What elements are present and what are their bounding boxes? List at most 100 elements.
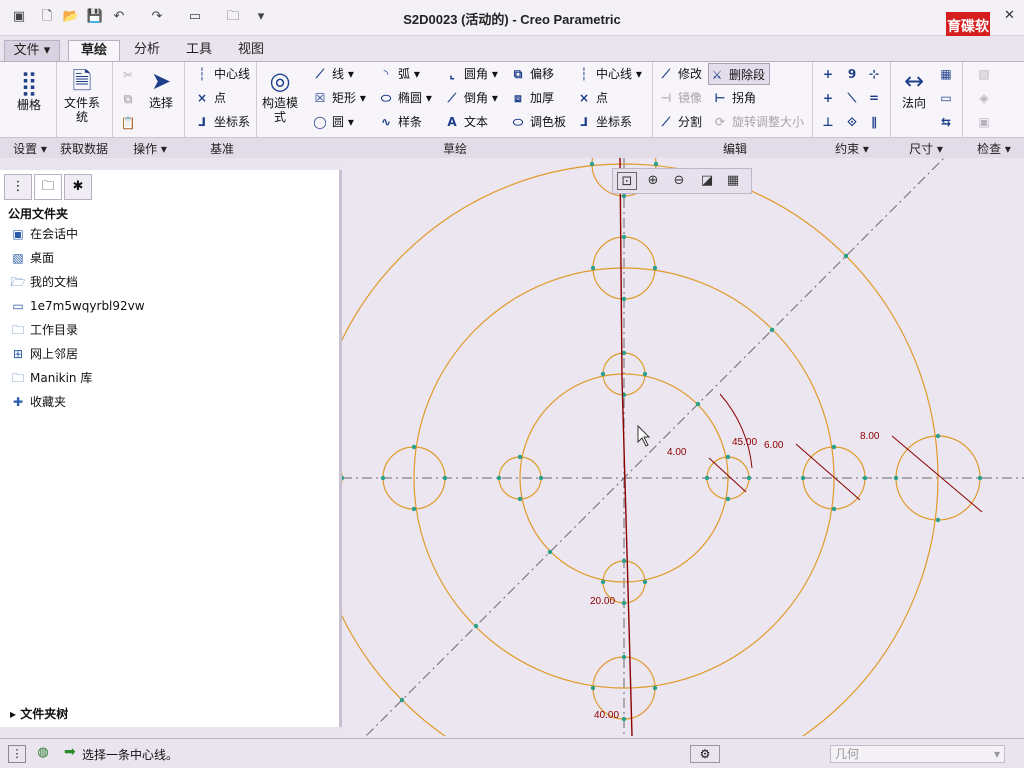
zoom-in-icon[interactable]: ⊕ [643, 172, 663, 190]
file-menu[interactable]: 文件 ▾ [4, 40, 60, 62]
sketch-coord-button[interactable]: ⅃ 坐标系 [576, 111, 632, 133]
datum-centerline-button[interactable]: ┆ 中心线 [194, 63, 250, 85]
datum-point-button[interactable]: × 点 [194, 87, 226, 109]
file-system-icon: 🗎 [72, 67, 92, 95]
spline-button[interactable]: ∿ 样条 [378, 111, 422, 133]
library-icon: 🗀 [11, 371, 24, 385]
cut-icon: ✂ [122, 68, 134, 82]
vertex-point [704, 475, 710, 481]
midpoint-constraint-icon[interactable]: ⊹ [866, 63, 886, 85]
folder-item[interactable]: ✚ 收藏夹 [10, 392, 66, 412]
centerline-icon: ┆ [198, 67, 206, 81]
normal-dimension-button[interactable]: ↔ 法向 [896, 66, 932, 110]
zoom-out-icon[interactable]: ⊖ [669, 172, 689, 190]
mirror-button: ⊣ 镜像 [658, 87, 703, 109]
vertex-point [935, 433, 941, 439]
ellipse-button[interactable]: ⬭ 椭圆 ▾ [378, 87, 432, 109]
select-button[interactable]: ➤ 选择 [142, 66, 180, 110]
folder-tree-toggle[interactable]: ▸ 文件夹树 [10, 705, 68, 722]
vertex-point [621, 558, 627, 564]
offset-button[interactable]: ⧉ 偏移 [510, 63, 554, 85]
grid-button[interactable]: ⣿ 栅格 [8, 68, 50, 112]
group-inspect[interactable]: 检查 ▾ [966, 140, 1022, 157]
folder-item[interactable]: ⊞ 网上邻居 [10, 344, 78, 364]
circle-button[interactable]: ◯ 圆 ▾ [312, 111, 354, 133]
vertex-point [380, 475, 386, 481]
message-arrow-icon: ➡ [64, 744, 76, 760]
thicken-button[interactable]: ⧈ 加厚 [510, 87, 554, 109]
inspect-feature-icon: ▣ [978, 115, 990, 129]
close-icon[interactable]: ✕ [1004, 8, 1015, 23]
tree-toggle-icon[interactable]: ⋮ [8, 745, 26, 763]
folder-item-label: 桌面 [30, 251, 55, 265]
dimension-label: 40.00 [594, 710, 619, 721]
horizontal-constraint-icon[interactable]: + [820, 87, 840, 109]
session-icon: ▣ [12, 227, 24, 241]
corner-icon: ⊢ [714, 91, 726, 105]
tab-analysis[interactable]: 分析 [124, 40, 170, 62]
fillet-button[interactable]: ⌞ 圆角 ▾ [444, 63, 498, 85]
folder-item[interactable]: 🗀 Manikin 库 [10, 368, 92, 388]
sketch-canvas[interactable]: 4.00 45.00 6.00 8.00 20.00 40.00 [342, 158, 1024, 736]
folder-browser-tab-icon[interactable]: 🗀 [34, 174, 62, 200]
centerline-icon: ┆ [580, 67, 588, 81]
parallel-constraint-icon[interactable]: ∥ [866, 111, 886, 133]
baseline-dim-icon[interactable]: ⇆ [938, 111, 958, 133]
favorites-tab-icon[interactable]: ✱ [64, 174, 92, 200]
construct-mode-button[interactable]: ◎ 构造模式 [262, 66, 298, 124]
rectangle-button[interactable]: ☒ 矩形 ▾ [312, 87, 366, 109]
group-operations[interactable]: 操作 ▾ [122, 140, 178, 157]
folder-item[interactable]: ▧ 桌面 [10, 248, 54, 268]
arc-button[interactable]: ◝ 弧 ▾ [378, 63, 420, 85]
datum-coord-button[interactable]: ⅃ 坐标系 [194, 111, 250, 133]
selection-filter[interactable]: 几何 ▾ [830, 745, 1005, 763]
corner-button[interactable]: ⊢ 拐角 [712, 87, 757, 109]
vertical-constraint-icon[interactable]: + [820, 63, 840, 85]
modify-button[interactable]: ⟋ 修改 [658, 63, 702, 85]
reference-dim-icon[interactable]: ▭ [938, 87, 958, 109]
perimeter-dim-icon[interactable]: ▦ [938, 63, 958, 85]
group-dimension[interactable]: 尺寸 ▾ [898, 140, 954, 157]
folder-item[interactable]: ▣ 在会话中 [10, 224, 78, 244]
symmetric-constraint-icon[interactable]: ⟐ [844, 111, 864, 133]
folder-item[interactable]: 🗀 工作目录 [10, 320, 78, 340]
folder-item[interactable]: ▭ 1e7m5wqyrbl92vw [10, 296, 144, 316]
text-icon: A [447, 115, 457, 129]
equal-constraint-icon[interactable]: = [866, 87, 886, 109]
inspect-shape-icon: ◈ [979, 91, 989, 105]
tab-view[interactable]: 视图 [228, 40, 274, 62]
file-system-button[interactable]: 🗎 文件系统 [62, 66, 102, 124]
tab-tools[interactable]: 工具 [176, 40, 222, 62]
group-constrain[interactable]: 约束 ▾ [820, 140, 884, 157]
browser-toggle-icon[interactable]: ◍ [34, 745, 52, 763]
regen-icon[interactable]: ⚙ [690, 745, 720, 763]
line-button[interactable]: ⟋ 线 ▾ [312, 63, 354, 85]
model-tree-tab-icon[interactable]: ⋮ [4, 174, 32, 200]
text-button[interactable]: A 文本 [444, 111, 488, 133]
divide-button[interactable]: ⟋ 分割 [658, 111, 702, 133]
status-bar: ⋮ ◍ ➡ 选择一条中心线。 ⚙ 几何 ▾ [0, 738, 1024, 768]
delete-segment-button[interactable]: ⚔ 删除段 [708, 63, 771, 85]
ellipse-icon: ⬭ [380, 91, 392, 105]
vertex-point [642, 579, 648, 585]
navigator-tabs: ⋮ 🗀 ✱ [0, 170, 100, 202]
menu-bar: 文件 ▾ 草绘 分析 工具 视图 [0, 36, 1024, 62]
chamfer-button[interactable]: ⟋ 倒角 ▾ [444, 87, 498, 109]
sketch-view-icon[interactable]: ◪ [697, 172, 717, 190]
coincident-constraint-icon[interactable]: ⟍ [844, 87, 864, 109]
tab-sketch[interactable]: 草绘 [68, 40, 120, 62]
sketch-point-button[interactable]: × 点 [576, 87, 608, 109]
refit-icon[interactable]: ⊡ [617, 172, 637, 190]
common-folders-title: 公用文件夹 [8, 207, 69, 221]
folder-item[interactable]: 🗁 我的文档 [10, 272, 78, 292]
sketch-centerline-button[interactable]: ┆ 中心线 ▾ [576, 63, 641, 85]
perpendicular-constraint-icon[interactable]: ⊥ [820, 111, 840, 133]
documents-icon: 🗁 [10, 275, 26, 289]
chamfer-icon: ⟋ [447, 91, 457, 105]
display-options-icon[interactable]: ▦ [723, 172, 743, 190]
group-sketch: 草绘 [442, 142, 467, 156]
vertex-point [589, 161, 595, 167]
group-setup[interactable]: 设置 ▾ [6, 140, 54, 157]
tangent-constraint-icon[interactable]: 9 [844, 63, 864, 85]
palette-button[interactable]: ⬭ 调色板 [510, 111, 566, 133]
